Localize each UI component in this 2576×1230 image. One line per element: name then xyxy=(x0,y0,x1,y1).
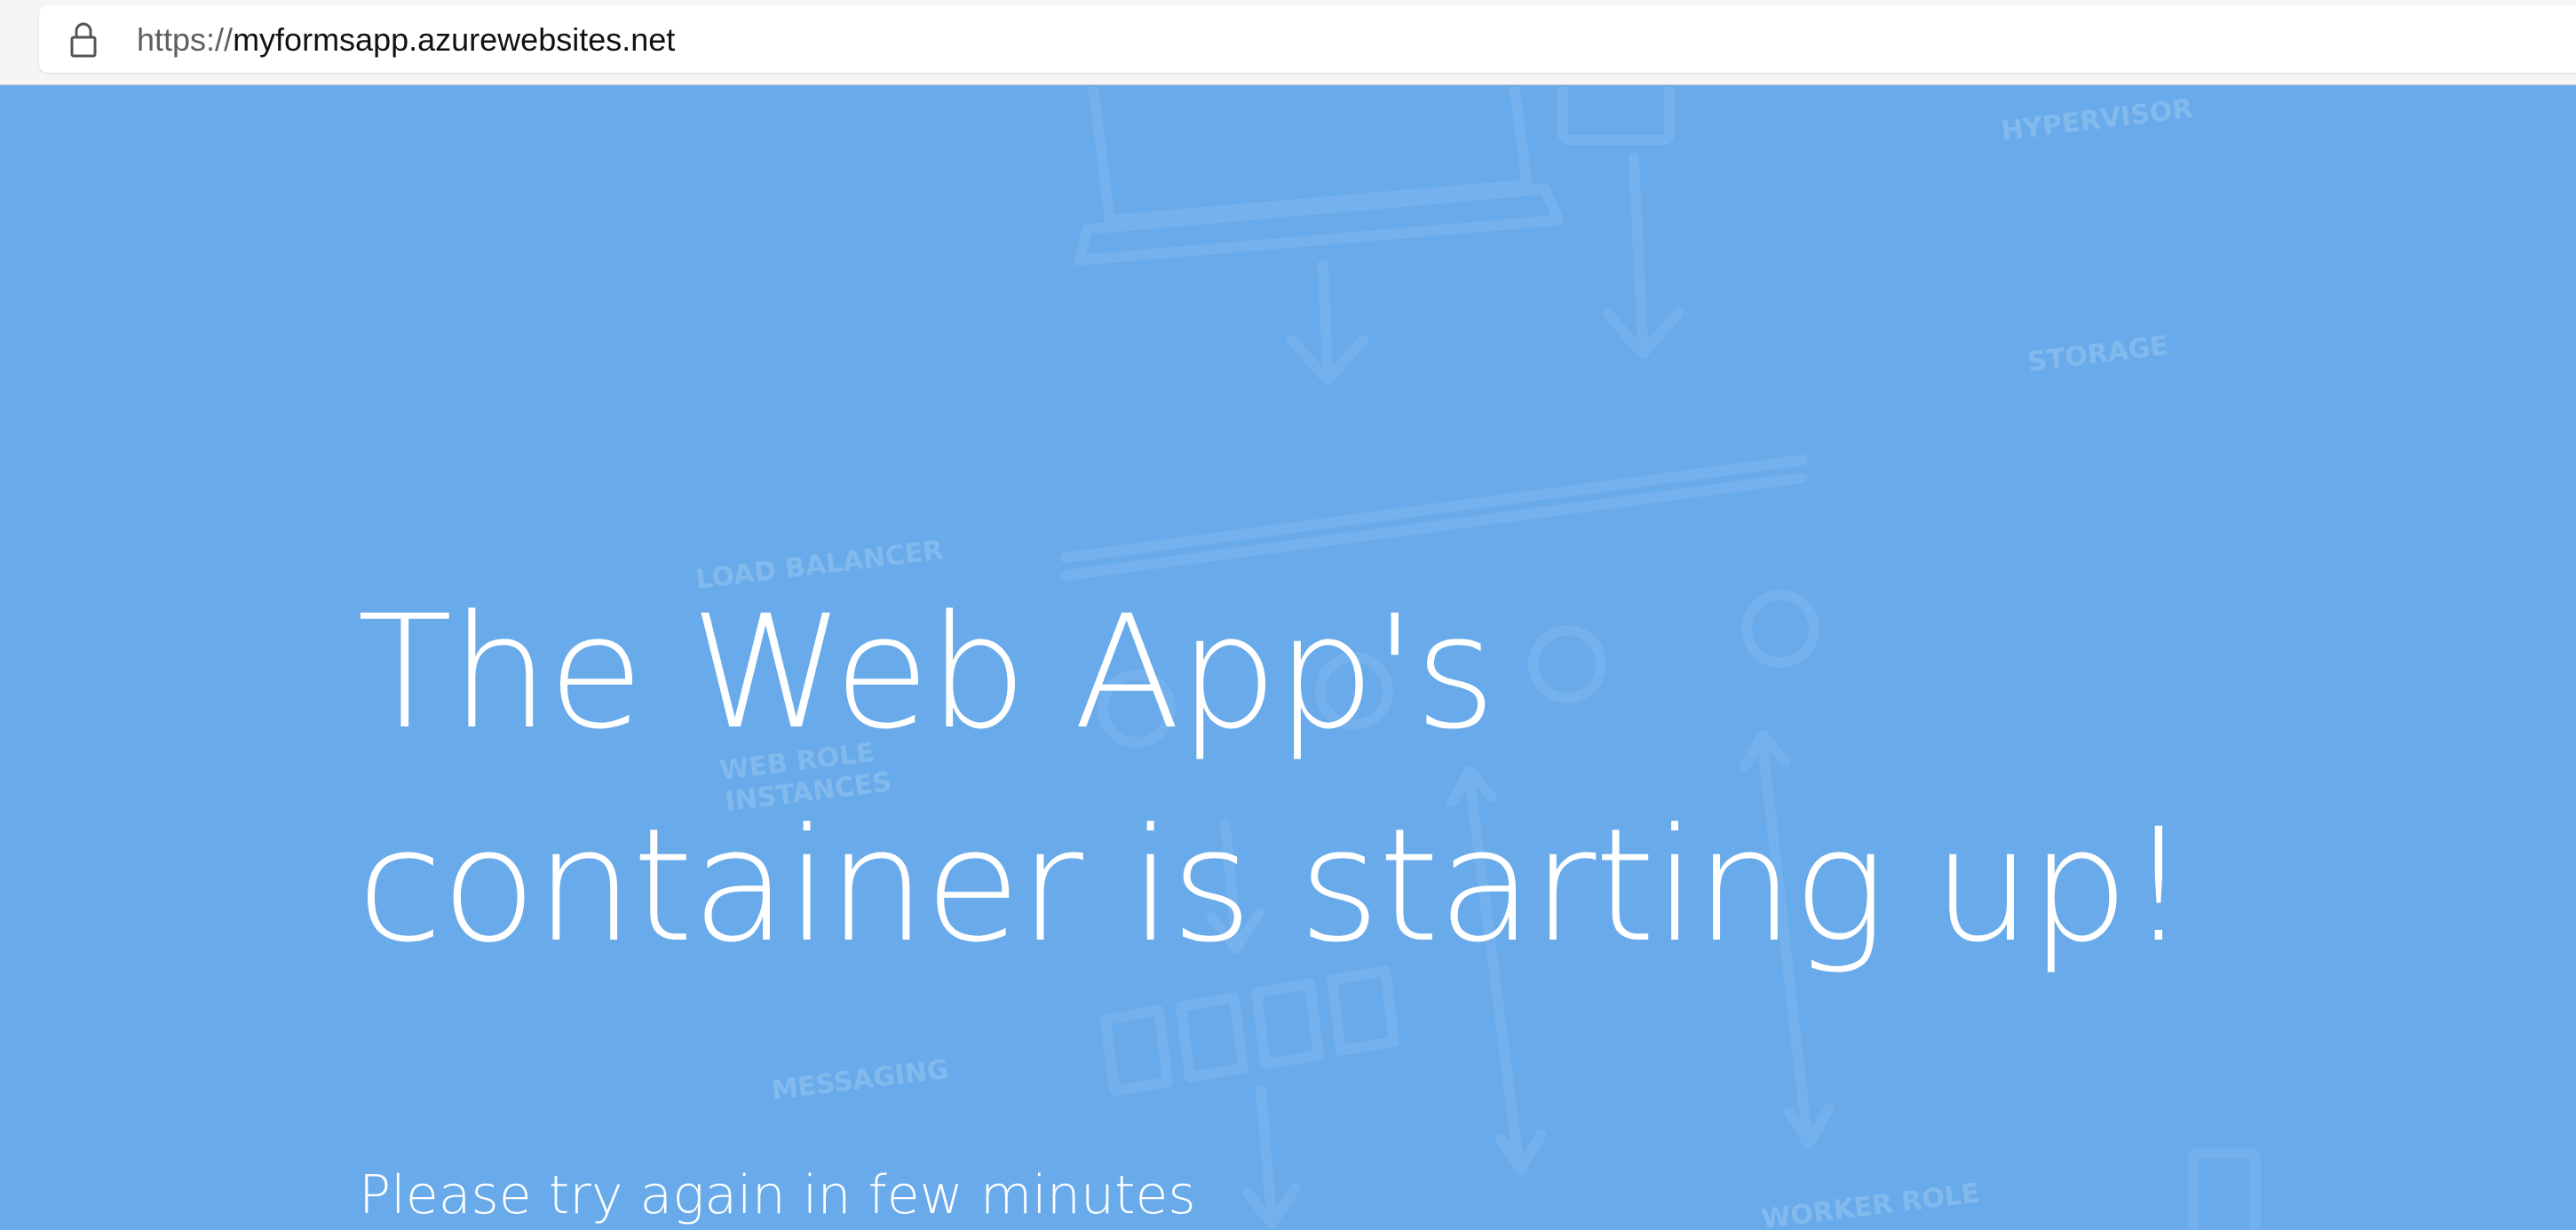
browser-toolbar: https://myformsapp.azurewebsites.net xyxy=(0,0,2576,85)
status-message: Please try again in few minutes xyxy=(359,1164,1196,1226)
url-text[interactable]: https://myformsapp.azurewebsites.net xyxy=(137,21,675,59)
watermark-label-hypervisor: HYPERVISOR xyxy=(2000,93,2195,147)
watermark-label-worker-role: WORKER ROLE xyxy=(1760,1178,1982,1230)
watermark-label-messaging: MESSAGING xyxy=(770,1054,951,1107)
lock-icon[interactable] xyxy=(69,21,98,59)
page-title: The Web App's container is starting up! xyxy=(357,582,2190,977)
url-host: myformsapp.azurewebsites.net xyxy=(233,21,676,58)
page-content: LOAD BALANCER WEB ROLE INSTANCES MESSAGI… xyxy=(0,87,2576,1230)
url-scheme: https:// xyxy=(137,21,234,58)
address-bar[interactable]: https://myformsapp.azurewebsites.net xyxy=(39,5,2576,73)
watermark-label-storage: STORAGE xyxy=(2026,330,2170,378)
